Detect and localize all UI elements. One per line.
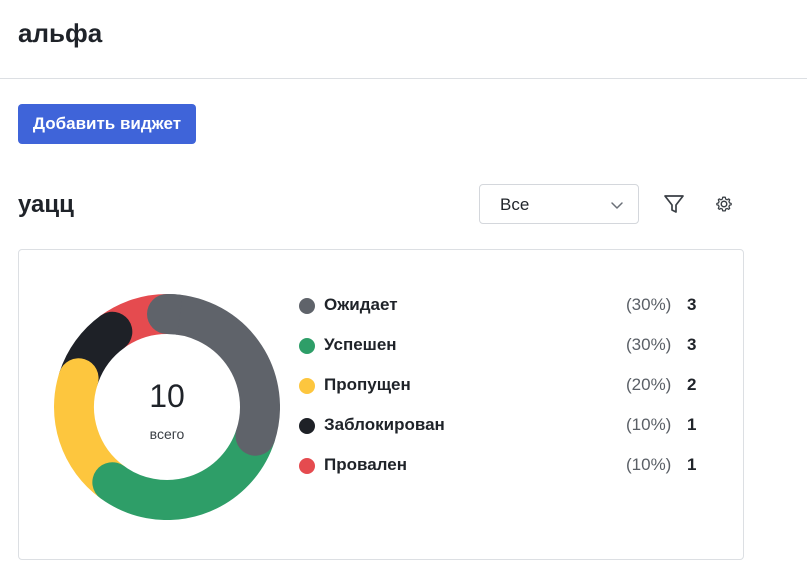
legend-count: 3 bbox=[687, 335, 697, 354]
widget-title: уацц bbox=[18, 191, 74, 218]
legend-percent: (10%) bbox=[626, 415, 672, 434]
filter-icon[interactable] bbox=[660, 190, 688, 218]
legend-percent: (20%) bbox=[626, 375, 672, 394]
legend-dot bbox=[299, 338, 315, 354]
legend-count: 1 bbox=[687, 415, 697, 434]
legend-count: 3 bbox=[687, 295, 697, 314]
donut-segment-pending bbox=[147, 294, 280, 456]
page-header: альфа bbox=[0, 0, 807, 79]
page-title: альфа bbox=[18, 18, 103, 48]
donut-segment-passed bbox=[92, 415, 276, 520]
legend-item: Заблокирован (10%) 1 bbox=[299, 414, 699, 438]
legend-item: Пропущен (20%) 2 bbox=[299, 374, 699, 398]
legend-label: Пропущен bbox=[324, 375, 411, 394]
legend-percent: (30%) bbox=[626, 295, 672, 314]
donut-total-caption: всего bbox=[149, 426, 185, 442]
chevron-down-icon bbox=[611, 202, 623, 209]
legend-dot bbox=[299, 418, 315, 434]
widget-card: 10 всего Ожидает (30%) 3 Успешен (30%) 3… bbox=[18, 249, 744, 560]
legend-item: Провален (10%) 1 bbox=[299, 454, 699, 478]
legend-dot bbox=[299, 298, 315, 314]
legend-dot bbox=[299, 378, 315, 394]
legend-count: 1 bbox=[687, 455, 697, 474]
legend-label: Успешен bbox=[324, 335, 397, 354]
legend-count: 2 bbox=[687, 375, 697, 394]
donut-total: 10 bbox=[149, 378, 185, 414]
gear-icon[interactable] bbox=[713, 193, 735, 215]
status-filter-value: Все bbox=[500, 195, 530, 214]
donut-segment-pending-start bbox=[166, 294, 183, 335]
legend-label: Ожидает bbox=[324, 295, 398, 314]
legend-dot bbox=[299, 458, 315, 474]
legend-percent: (30%) bbox=[626, 335, 672, 354]
legend-item: Успешен (30%) 3 bbox=[299, 334, 699, 358]
status-filter-select[interactable]: Все bbox=[479, 184, 639, 224]
add-widget-button[interactable]: Добавить виджет bbox=[18, 104, 196, 144]
legend-percent: (10%) bbox=[626, 455, 672, 474]
legend-label: Заблокирован bbox=[324, 415, 445, 434]
legend-item: Ожидает (30%) 3 bbox=[299, 294, 699, 318]
legend-label: Провален bbox=[324, 455, 407, 474]
